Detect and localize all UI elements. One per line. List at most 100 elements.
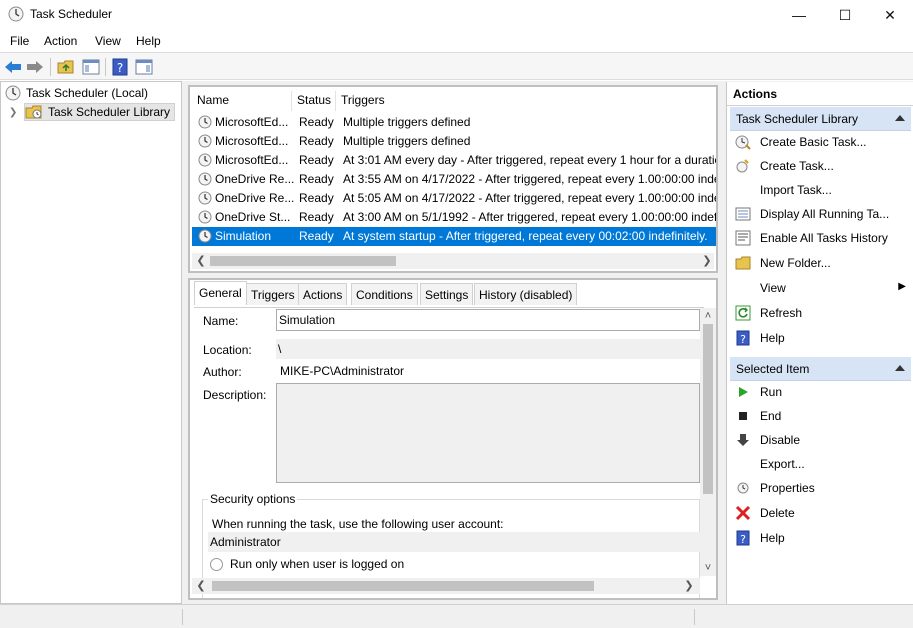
details-vscrollbar[interactable]: ˄ ˅ <box>700 308 716 576</box>
maximize-button[interactable]: ☐ <box>822 0 868 30</box>
action-import-task[interactable]: Import Task... <box>727 179 913 201</box>
action-display-running[interactable]: Display All Running Ta... <box>727 203 913 225</box>
column-divider[interactable] <box>335 91 336 111</box>
column-header-triggers[interactable]: Triggers <box>341 93 385 107</box>
action-end[interactable]: End <box>727 405 913 427</box>
menu-bar: File Action View Help <box>0 30 913 52</box>
task-row[interactable]: OneDrive St... Ready At 3:00 AM on 5/1/199… <box>192 208 716 227</box>
tree-item-library[interactable]: Task Scheduler Library <box>24 103 176 121</box>
help-book-icon: ? <box>112 58 128 76</box>
actions-pane: Actions Task Scheduler Library Create Ba… <box>726 82 913 604</box>
section-task-scheduler-library[interactable]: Task Scheduler Library <box>730 107 911 131</box>
task-name: MicrosoftEd... <box>215 153 289 167</box>
show-hide-action-pane-button[interactable] <box>134 57 154 77</box>
collapse-icon[interactable] <box>895 115 905 121</box>
scroll-thumb[interactable] <box>210 256 396 266</box>
column-header-name[interactable]: Name <box>197 93 229 107</box>
task-row[interactable]: MicrosoftEd... Ready At 3:01 AM every day … <box>192 151 716 170</box>
menu-file[interactable]: File <box>10 34 29 48</box>
task-clock-icon <box>198 229 212 243</box>
name-field[interactable]: Simulation <box>276 309 700 331</box>
menu-help[interactable]: Help <box>136 34 161 48</box>
action-create-basic-task[interactable]: Create Basic Task... <box>727 131 913 153</box>
task-status: Ready <box>299 191 334 205</box>
action-label: View <box>760 281 786 295</box>
tab-conditions[interactable]: Conditions <box>351 283 418 305</box>
section-selected-label: Selected Item <box>736 362 810 376</box>
tree-item-root[interactable]: Task Scheduler (Local) <box>5 84 148 102</box>
menu-action[interactable]: Action <box>44 34 77 48</box>
action-run[interactable]: Run <box>727 381 913 403</box>
task-clock-icon <box>198 115 212 129</box>
action-label: Create Task... <box>760 159 834 173</box>
action-export[interactable]: Export... <box>727 453 913 475</box>
tab-triggers[interactable]: Triggers <box>246 283 300 305</box>
task-row[interactable]: OneDrive Re... Ready At 3:55 AM on 4/17/20… <box>192 170 716 189</box>
history-icon <box>735 230 751 246</box>
action-label: Help <box>760 531 785 545</box>
tab-history[interactable]: History (disabled) <box>474 283 578 305</box>
folder-icon <box>735 255 751 271</box>
task-row[interactable]: MicrosoftEd... Ready Multiple triggers def… <box>192 113 716 132</box>
run-icon <box>735 384 751 400</box>
column-divider[interactable] <box>291 91 292 111</box>
column-header-status[interactable]: Status <box>297 93 331 107</box>
action-properties[interactable]: Properties <box>727 477 913 499</box>
task-row[interactable]: Simulation Ready At system startup - After… <box>192 227 716 246</box>
svg-text:?: ? <box>117 61 123 75</box>
user-account-field: Administrator <box>208 532 700 552</box>
scroll-down-icon[interactable]: ˅ <box>701 560 715 576</box>
help-toolbar-button[interactable]: ? <box>110 57 130 77</box>
menu-view[interactable]: View <box>95 34 121 48</box>
close-button[interactable]: ✕ <box>867 0 913 30</box>
task-status: Ready <box>299 172 334 186</box>
action-view[interactable]: View ▶ <box>727 277 913 299</box>
up-folder-button[interactable] <box>56 57 76 77</box>
action-disable[interactable]: Disable <box>727 429 913 451</box>
task-status: Ready <box>299 115 334 129</box>
action-new-folder[interactable]: New Folder... <box>727 252 913 274</box>
task-clock-icon <box>198 191 212 205</box>
action-label: Export... <box>760 457 805 471</box>
action-help-selected[interactable]: ? Help <box>727 527 913 549</box>
console-tree-icon <box>82 59 100 75</box>
action-enable-history[interactable]: Enable All Tasks History <box>727 227 913 249</box>
section-selected-item[interactable]: Selected Item <box>730 357 911 381</box>
scroll-up-icon[interactable]: ˄ <box>701 308 715 324</box>
action-refresh[interactable]: Refresh <box>727 302 913 324</box>
task-row[interactable]: OneDrive Re... Ready At 5:05 AM on 4/17/20… <box>192 189 716 208</box>
tab-actions[interactable]: Actions <box>298 283 348 305</box>
maximize-icon: ☐ <box>838 6 852 23</box>
action-create-task[interactable]: Create Task... <box>727 155 913 177</box>
details-hscrollbar[interactable]: ❮ ❯ <box>192 578 700 594</box>
radio-logged-on[interactable] <box>210 558 223 571</box>
tab-settings[interactable]: Settings <box>420 283 474 305</box>
task-triggers: Multiple triggers defined <box>343 134 471 148</box>
action-label: Enable All Tasks History <box>760 231 888 245</box>
scroll-left-icon[interactable]: ❮ <box>194 253 208 269</box>
clock-icon <box>5 85 21 101</box>
help-icon: ? <box>735 330 751 346</box>
show-hide-tree-button[interactable] <box>81 57 101 77</box>
chevron-right-icon[interactable]: ❯ <box>9 107 19 118</box>
name-label: Name: <box>203 314 239 328</box>
action-delete[interactable]: Delete <box>727 502 913 524</box>
action-help-library[interactable]: ? Help <box>727 327 913 349</box>
tree-item-library-row: ❯ Task Scheduler Library <box>9 103 176 121</box>
title-bar: Task Scheduler — ☐ ✕ <box>0 0 913 30</box>
tab-general[interactable]: General <box>194 281 247 305</box>
task-status: Ready <box>299 210 334 224</box>
scroll-right-icon[interactable]: ❯ <box>700 253 714 269</box>
back-arrow-icon <box>5 61 21 73</box>
scroll-thumb[interactable] <box>212 581 594 591</box>
scroll-thumb[interactable] <box>703 324 713 494</box>
scroll-right-icon[interactable]: ❯ <box>682 578 696 594</box>
task-list-hscrollbar[interactable]: ❮ ❯ <box>192 253 714 269</box>
back-button[interactable] <box>3 57 23 77</box>
task-row[interactable]: MicrosoftEd... Ready Multiple triggers def… <box>192 132 716 151</box>
description-field[interactable] <box>276 383 700 483</box>
minimize-button[interactable]: — <box>776 0 822 30</box>
scroll-left-icon[interactable]: ❮ <box>194 578 208 594</box>
forward-button[interactable] <box>25 57 45 77</box>
collapse-icon[interactable] <box>895 365 905 371</box>
